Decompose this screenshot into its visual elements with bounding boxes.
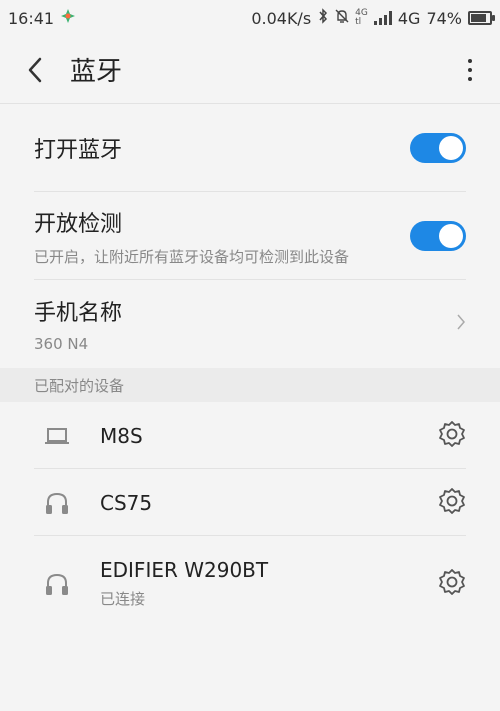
lte-indicator: 4G tl	[355, 9, 368, 27]
status-right: 0.04K/s 4G tl 4G 74%	[251, 8, 495, 28]
app-header: 蓝牙	[0, 36, 500, 104]
bluetooth-toggle[interactable]	[410, 133, 466, 163]
paired-device-cs75[interactable]: CS75	[0, 469, 500, 536]
status-time: 16:41	[8, 8, 55, 28]
network-type: 4G	[397, 8, 421, 28]
device-name: EDIFIER W290BT	[100, 558, 269, 582]
network-speed: 0.04K/s	[251, 8, 312, 28]
bluetooth-toggle-row[interactable]: 打开蓝牙	[0, 104, 500, 192]
bluetooth-status-icon	[317, 8, 329, 28]
device-settings-gear-icon[interactable]	[438, 487, 466, 519]
device-name-label: 手机名称	[34, 301, 123, 326]
battery-icon	[468, 11, 495, 25]
bluetooth-label: 打开蓝牙	[34, 138, 123, 163]
toggle-knob	[439, 224, 463, 248]
row-text: 手机名称 360 N4	[34, 295, 122, 353]
row-text: 开放检测 已开启，让附近所有蓝牙设备均可检测到此设备	[34, 206, 349, 267]
mute-notification-icon	[335, 8, 349, 28]
device-text: M8S	[100, 424, 143, 448]
laptop-icon	[42, 426, 72, 446]
paired-devices-header: 已配对的设备	[0, 368, 500, 402]
more-dot-icon	[468, 67, 472, 72]
app-notification-icon	[60, 8, 76, 28]
headphones-icon	[42, 572, 72, 596]
device-name: M8S	[100, 423, 143, 448]
status-left: 16:41	[8, 8, 76, 28]
status-bar: 16:41 0.04K/s 4G tl 4G 74%	[0, 0, 500, 36]
paired-device-edifier[interactable]: EDIFIER W290BT 已连接	[0, 536, 500, 631]
battery-percent: 74%	[426, 8, 462, 28]
device-settings-gear-icon[interactable]	[438, 568, 466, 600]
signal-icon	[373, 11, 392, 25]
device-status: 已连接	[100, 590, 146, 608]
paired-device-m8s[interactable]: M8S	[0, 402, 500, 469]
discoverable-label: 开放检测	[34, 211, 123, 237]
chevron-right-icon	[456, 313, 466, 335]
settings-list: 打开蓝牙 开放检测 已开启，让附近所有蓝牙设备均可检测到此设备 手机名称 360…	[0, 104, 500, 631]
device-text: CS75	[100, 491, 152, 515]
back-button[interactable]	[0, 36, 70, 104]
lte-bottom: tl	[355, 17, 362, 27]
discoverable-toggle[interactable]	[410, 221, 466, 251]
back-arrow-icon	[28, 57, 42, 82]
discoverable-description: 已开启，让附近所有蓝牙设备均可检测到此设备	[34, 247, 350, 266]
device-name-row[interactable]: 手机名称 360 N4	[0, 280, 500, 368]
row-text: 打开蓝牙	[34, 132, 122, 164]
headphones-icon	[42, 491, 72, 515]
device-settings-gear-icon[interactable]	[438, 420, 466, 452]
device-name: CS75	[100, 490, 153, 515]
toggle-knob	[439, 136, 463, 160]
discoverable-toggle-row[interactable]: 开放检测 已开启，让附近所有蓝牙设备均可检测到此设备	[0, 192, 500, 280]
more-options-button[interactable]	[440, 36, 500, 104]
more-dot-icon	[468, 58, 472, 63]
page-title: 蓝牙	[70, 57, 123, 87]
device-text: EDIFIER W290BT 已连接	[100, 558, 268, 609]
device-name-value: 360 N4	[34, 335, 89, 353]
more-dot-icon	[468, 76, 472, 81]
